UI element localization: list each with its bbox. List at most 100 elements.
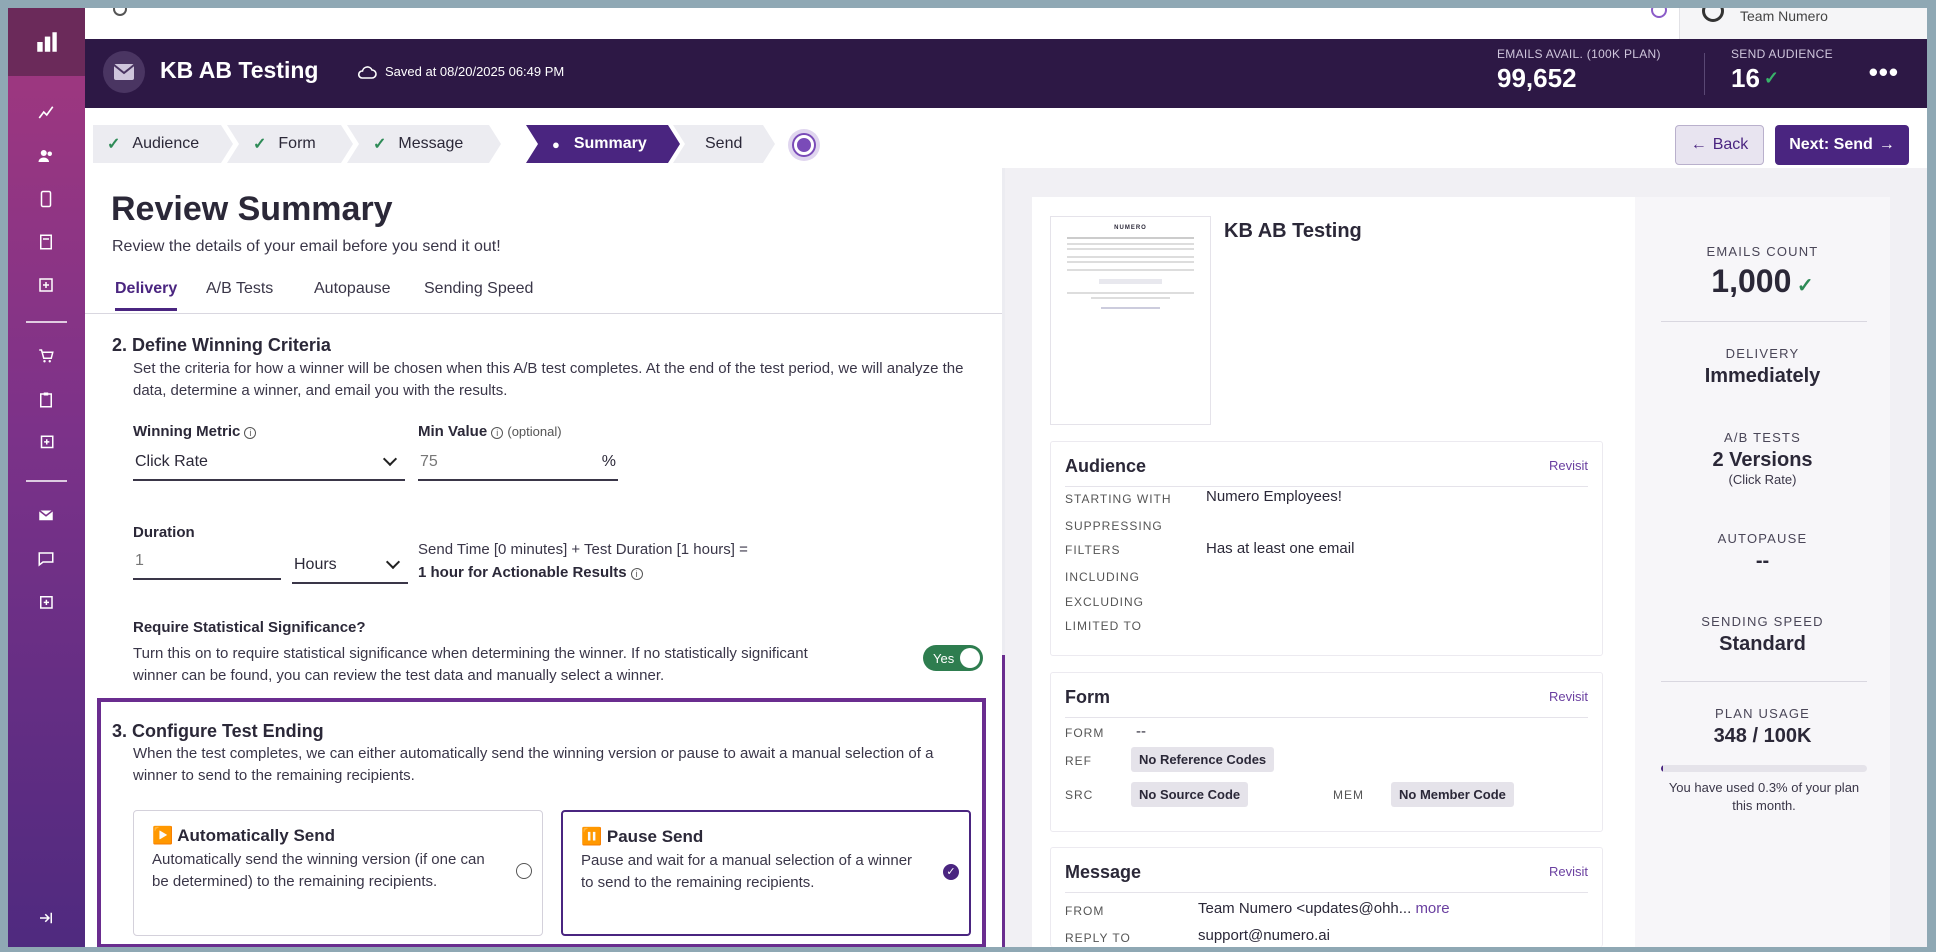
stat-value: -- xyxy=(1755,550,1770,572)
autopause-stat: AUTOPAUSE -- xyxy=(1635,531,1890,573)
section-heading: 3. Configure Test Ending xyxy=(112,721,324,741)
check-icon: ✓ xyxy=(107,136,121,153)
significance-description: Turn this on to require statistical sign… xyxy=(133,645,808,684)
sidebar-divider xyxy=(26,480,67,482)
section-description: When the test completes, we can either a… xyxy=(133,745,934,784)
from-address: Team Numero <updates@ohh... xyxy=(1198,900,1412,917)
revisit-message-link[interactable]: Revisit xyxy=(1549,864,1588,879)
search-icon[interactable] xyxy=(113,8,127,16)
kv-label: FILTERS xyxy=(1065,543,1121,557)
card-heading: Form xyxy=(1065,687,1110,707)
plan-usage-fill xyxy=(1661,765,1664,772)
info-icon[interactable]: i xyxy=(630,568,643,580)
step-message[interactable]: ✓ Message xyxy=(347,125,501,163)
option-title: ⏸️ Pause Send xyxy=(581,827,704,846)
saved-text: Saved at 08/20/2025 06:49 PM xyxy=(385,64,565,79)
notification-icon[interactable] xyxy=(1651,8,1667,18)
check-icon: ✓ xyxy=(1763,68,1780,88)
app-window: Team Numero KB AB Testing Saved at 08/20… xyxy=(8,8,1927,947)
campaign-header: KB AB Testing Saved at 08/20/2025 06:49 … xyxy=(85,39,1927,108)
tab-delivery[interactable]: Delivery xyxy=(115,280,178,311)
card-heading: Message xyxy=(1065,862,1142,882)
more-options-button[interactable]: ••• xyxy=(1869,57,1899,88)
target-icon[interactable] xyxy=(788,129,820,161)
stat-label: EMAILS COUNT xyxy=(1706,244,1819,259)
kv-label: REPLY TO xyxy=(1065,931,1131,945)
review-tabs: Delivery A/B Tests Autopause Sending Spe… xyxy=(85,272,1002,314)
test-ending-section: 3. Configure Test Ending When the test c… xyxy=(97,698,986,947)
sending-speed-stat: SENDING SPEED Standard xyxy=(1635,614,1890,656)
kv-value: -- xyxy=(1136,723,1146,740)
revisit-audience-link[interactable]: Revisit xyxy=(1549,458,1588,473)
stat-label: DELIVERY xyxy=(1725,346,1800,361)
mobile-icon[interactable] xyxy=(33,186,59,212)
tab-sending-speed[interactable]: Sending Speed xyxy=(424,280,533,308)
collapse-icon[interactable] xyxy=(33,905,59,931)
top-bar: Team Numero xyxy=(85,8,1927,39)
label-text: Min Value xyxy=(418,423,488,440)
significance-toggle[interactable]: Yes xyxy=(923,645,983,671)
stat-value: Standard xyxy=(1719,633,1806,655)
radio-button-selected[interactable]: ✓ xyxy=(943,864,959,880)
input-value: 75 xyxy=(420,453,438,470)
duration-label: Duration xyxy=(133,524,195,541)
kv-label: INCLUDING xyxy=(1065,570,1141,584)
stat-value: Immediately xyxy=(1704,365,1821,387)
next-send-button[interactable]: Next: Send → xyxy=(1775,125,1909,165)
analytics-icon[interactable] xyxy=(33,99,59,125)
cart-icon[interactable] xyxy=(33,343,59,369)
winning-metric-select[interactable]: Click Rate xyxy=(133,445,405,481)
input-value: 1 xyxy=(135,552,144,569)
section-heading: 2. Define Winning Criteria xyxy=(112,335,331,355)
page-title: Review Summary xyxy=(111,190,393,228)
more-link[interactable]: more xyxy=(1415,900,1449,917)
account-menu[interactable]: Team Numero xyxy=(1679,8,1927,39)
min-value-input[interactable]: 75% xyxy=(418,445,618,481)
ref-code-pill: No Reference Codes xyxy=(1131,747,1275,772)
preview-title: KB AB Testing xyxy=(1224,220,1362,242)
kv-value: support@numero.ai xyxy=(1198,927,1330,944)
pages-icon[interactable] xyxy=(33,229,59,255)
arrow-left-icon: ← xyxy=(1690,136,1707,153)
info-icon[interactable]: i xyxy=(491,427,504,439)
email-thumbnail[interactable]: NUMERO xyxy=(1050,216,1211,425)
kv-label: FROM xyxy=(1065,904,1105,918)
logo-icon[interactable] xyxy=(8,8,85,76)
header-divider xyxy=(1704,53,1705,95)
check-icon: ✓ xyxy=(253,136,267,153)
duration-unit-select[interactable]: Hours xyxy=(292,548,408,584)
step-form[interactable]: ✓ Form xyxy=(227,125,353,163)
chat-icon[interactable] xyxy=(33,546,59,572)
info-icon[interactable]: i xyxy=(244,427,257,439)
kv-label: MEM xyxy=(1333,788,1364,802)
pause-send-option[interactable]: ⏸️ Pause Send Pause and wait for a manua… xyxy=(561,810,971,936)
step-label: Message xyxy=(398,135,464,152)
significance-section: Require Statistical Significance? Turn t… xyxy=(133,617,853,687)
check-icon: ✓ xyxy=(1791,275,1814,297)
step-progress: ✓ Audience ✓ Form ✓ Message ● Summary Send xyxy=(85,108,1002,168)
duration-input[interactable]: 1 xyxy=(133,544,281,580)
stat-value: 1,000 xyxy=(1711,263,1792,299)
step-audience[interactable]: ✓ Audience xyxy=(93,125,233,163)
tab-autopause[interactable]: Autopause xyxy=(314,280,391,308)
step-send[interactable]: Send xyxy=(673,125,775,163)
step-summary[interactable]: ● Summary xyxy=(526,125,680,163)
summary-divider xyxy=(1661,321,1867,322)
calc-line: Send Time [0 minutes] + Test Duration [1… xyxy=(418,541,748,558)
save-status: Saved at 08/20/2025 06:49 PM xyxy=(357,64,564,79)
add-box-icon[interactable] xyxy=(33,272,59,298)
radio-button[interactable] xyxy=(516,863,532,879)
chevron-down-icon xyxy=(385,554,401,570)
back-button[interactable]: ← Back xyxy=(1675,125,1764,165)
clipboard-icon[interactable] xyxy=(33,387,59,413)
form-card: Form Revisit FORM -- REF No Reference Co… xyxy=(1050,672,1603,832)
library-add-icon[interactable] xyxy=(33,430,59,456)
stat-value: 2 Versions xyxy=(1712,449,1813,471)
avatar[interactable] xyxy=(1702,8,1724,22)
auto-send-option[interactable]: ▶️ Automatically Send Automatically send… xyxy=(133,810,543,936)
revisit-form-link[interactable]: Revisit xyxy=(1549,689,1588,704)
add-content-icon[interactable] xyxy=(33,589,59,615)
email-icon[interactable] xyxy=(33,502,59,528)
tab-ab-tests[interactable]: A/B Tests xyxy=(206,280,273,308)
contacts-icon[interactable] xyxy=(33,143,59,169)
